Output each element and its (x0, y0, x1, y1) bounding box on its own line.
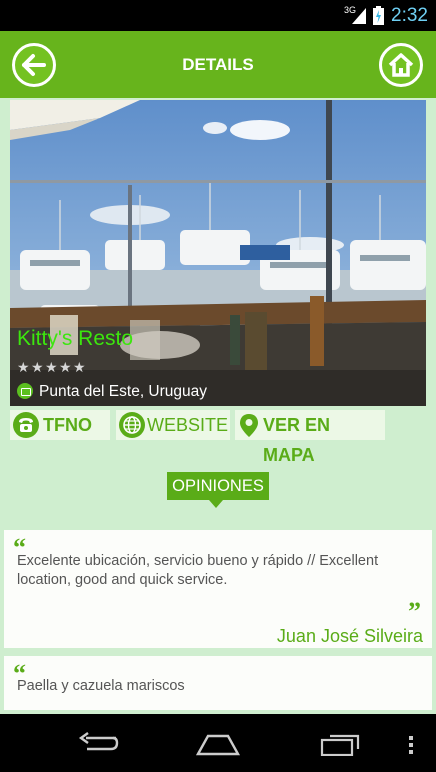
star-icon: ★ (59, 359, 72, 375)
page-title: DETAILS (182, 55, 254, 74)
battery-icon (373, 6, 384, 25)
map-label: VER EN MAPA (263, 415, 331, 465)
heading-pointer (209, 500, 223, 508)
review-author: Juan José Silveira (276, 626, 423, 646)
place-location: Punta del Este, Uruguay (39, 383, 208, 400)
review-card: “ Excelente ubicación, servicio bueno y … (4, 530, 432, 648)
star-icon: ★ (45, 359, 58, 375)
opinions-heading: OPINIONES (167, 472, 269, 500)
system-nav-bar (0, 714, 436, 772)
star-icon: ★ (17, 359, 30, 375)
recent-apps-icon[interactable] (320, 732, 364, 756)
review-text: Paella y cazuela mariscos (17, 678, 185, 694)
signal-icon (352, 8, 366, 24)
star-icon: ★ (31, 359, 44, 375)
website-label: WEBSITE (147, 415, 229, 435)
place-photo: Kitty's Resto ★★★★★ Punta del Este, Urug… (10, 100, 426, 406)
phone-icon (13, 412, 39, 438)
place-name: Kitty's Resto (17, 327, 134, 350)
globe-icon (119, 412, 145, 438)
review-card: “ Paella y cazuela mariscos (4, 656, 432, 710)
home-button[interactable] (379, 43, 423, 87)
status-bar: 3G 2:32 (0, 0, 436, 31)
back-nav-icon[interactable] (76, 730, 120, 756)
map-button[interactable]: VER EN MAPA (235, 410, 385, 465)
phone-label: TFNO (43, 415, 92, 435)
map-pin-icon (236, 412, 262, 438)
clock: 2:32 (391, 5, 428, 26)
star-icon: ★ (73, 359, 86, 375)
menu-icon[interactable] (408, 735, 414, 755)
location-icon (17, 383, 33, 399)
home-nav-icon[interactable] (194, 732, 242, 756)
home-icon (388, 53, 414, 77)
app-header: DETAILS (0, 31, 436, 98)
website-button[interactable]: WEBSITE (116, 410, 230, 440)
quote-close-icon: ” (408, 597, 421, 626)
rating-stars[interactable]: ★★★★★ (17, 359, 87, 375)
review-text: Excelente ubicación, servicio bueno y rá… (17, 553, 379, 588)
phone-button[interactable]: TFNO (10, 410, 110, 440)
